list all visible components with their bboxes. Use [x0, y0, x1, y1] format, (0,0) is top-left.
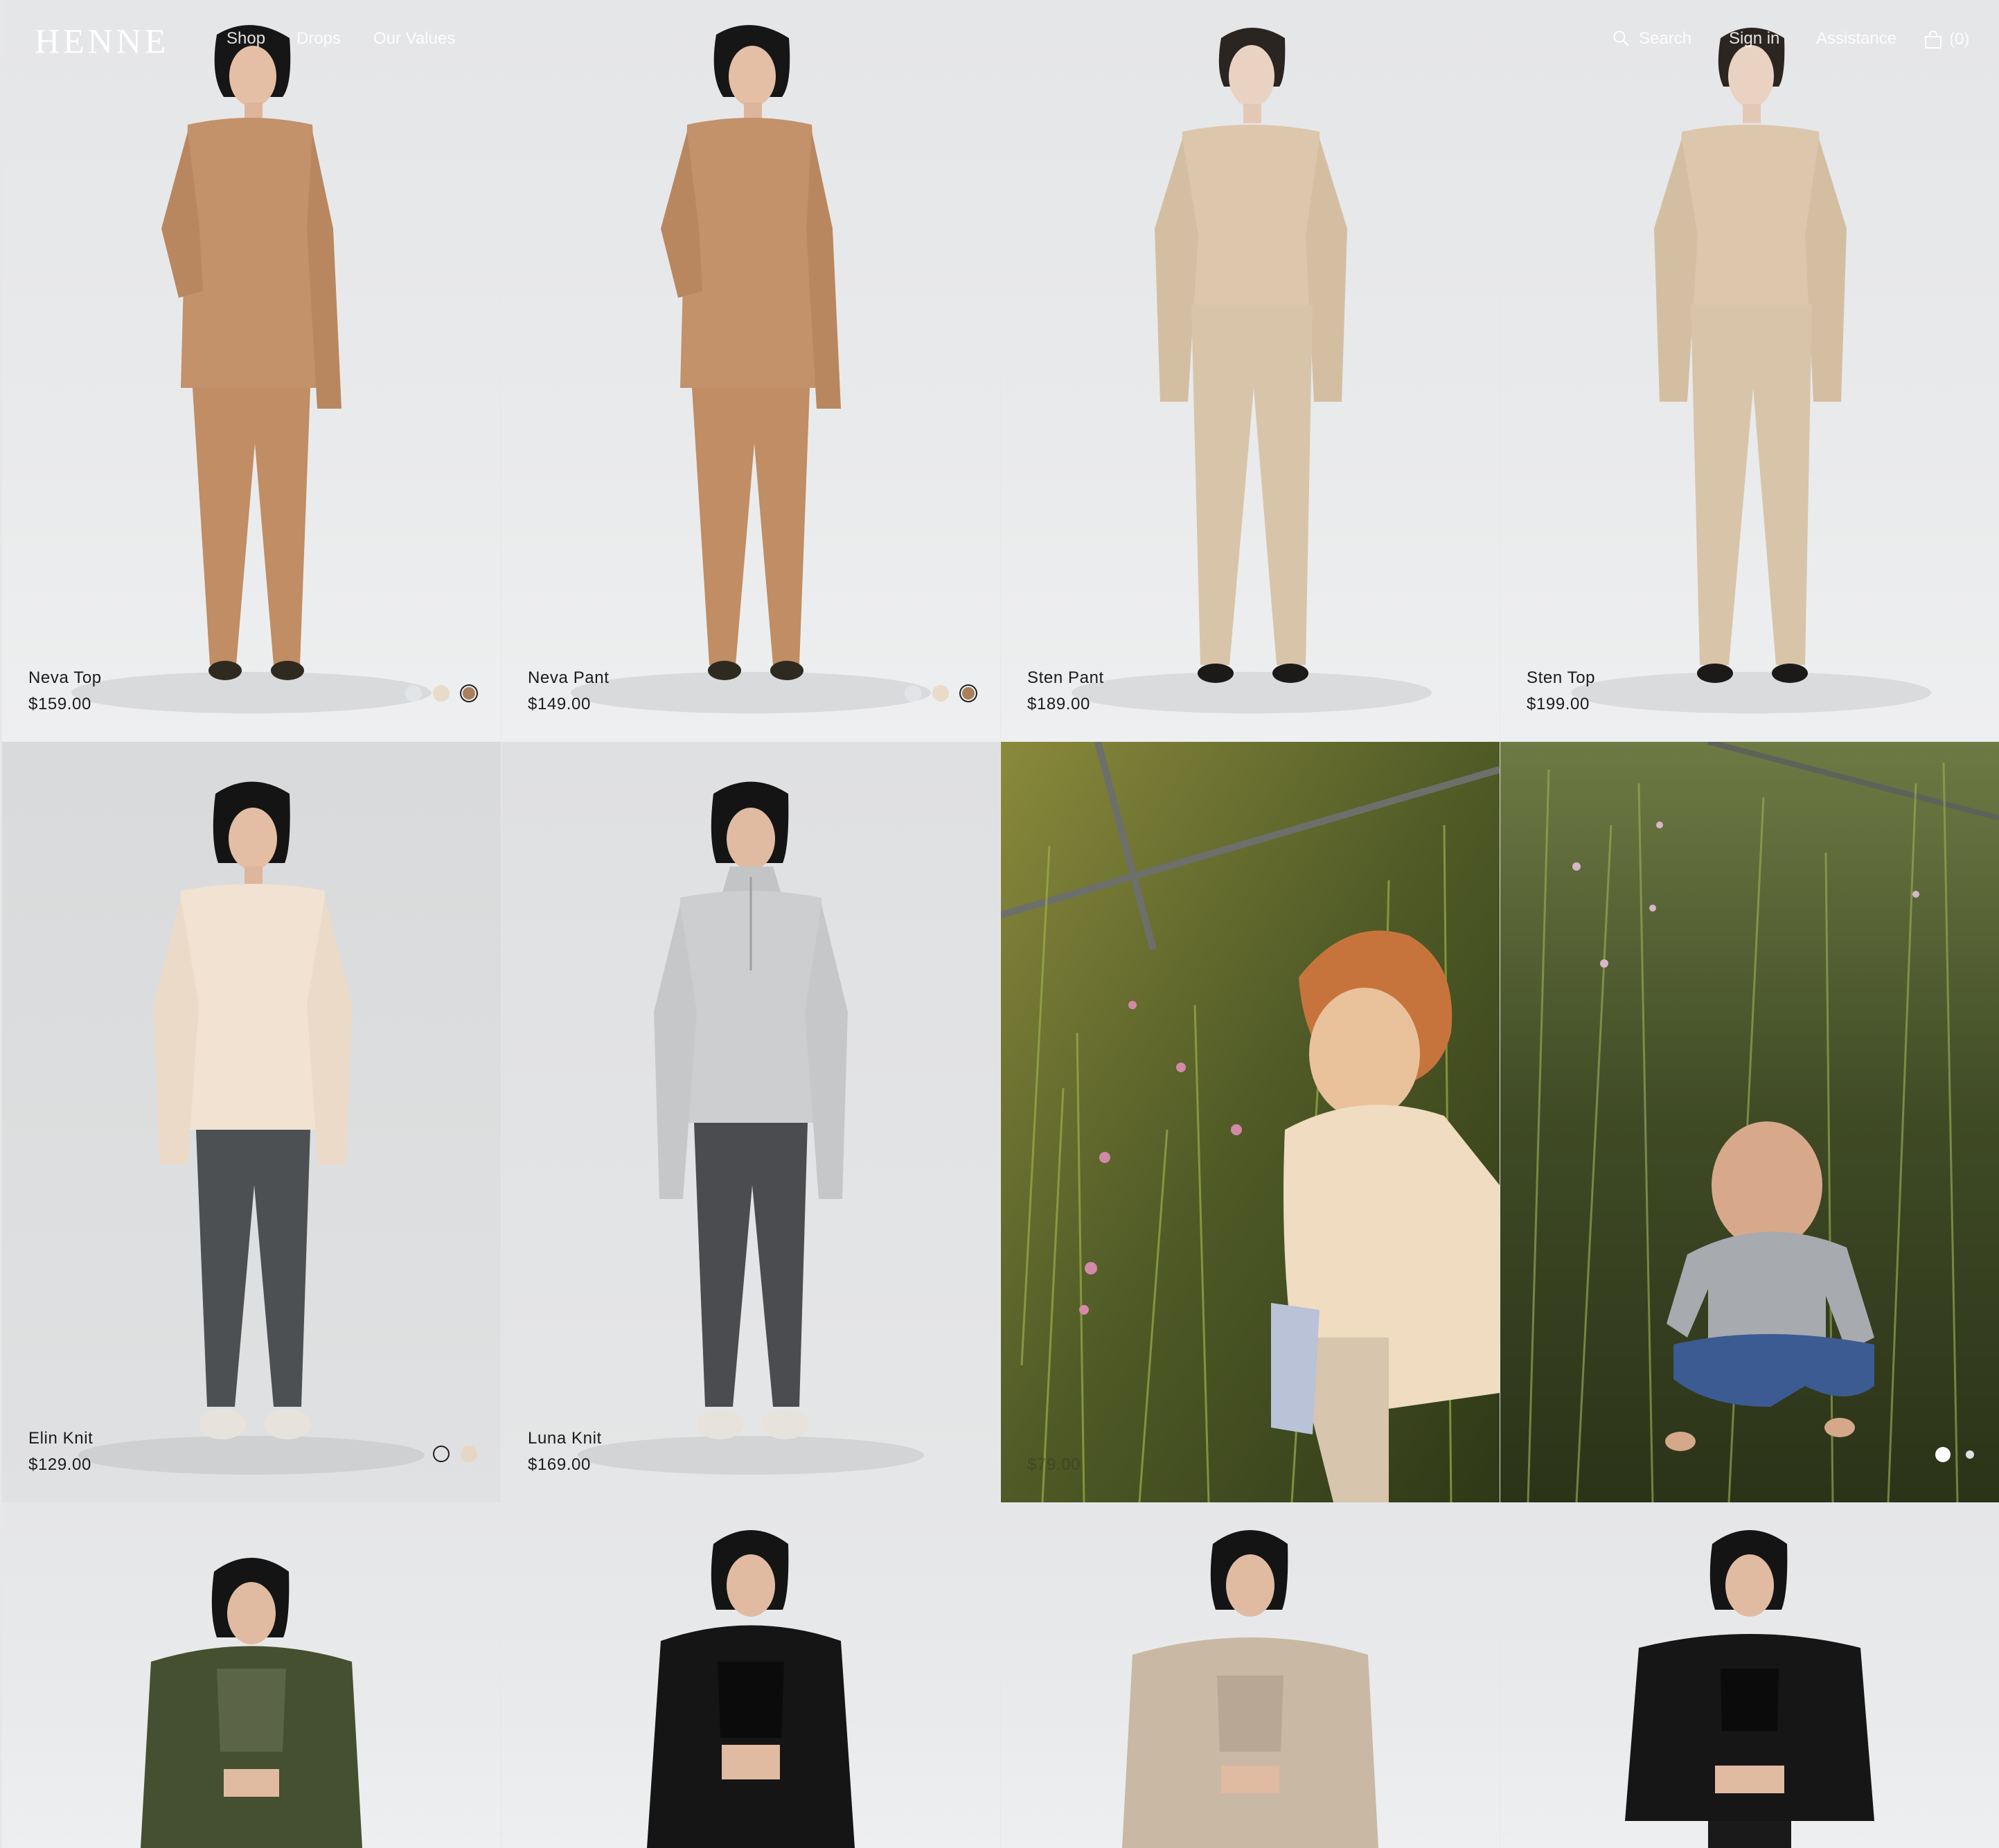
product-tile-sten-top[interactable]: Sten Top $199.00 [1500, 0, 1999, 742]
product-caption: Neva Pant $149.00 [528, 668, 609, 714]
product-caption: Luna Knit $169.00 [528, 1429, 602, 1475]
product-grid: Neva Top $159.00 Neva Pant $149.00 Sten … [2, 0, 1999, 1848]
color-swatches [405, 685, 477, 702]
model-photo [1571, 28, 1931, 713]
carousel-dot-active[interactable] [1935, 1447, 1951, 1462]
color-swatches [433, 1446, 477, 1462]
product-price: $169.00 [528, 1455, 591, 1474]
product-caption: Sten Pant $189.00 [1027, 668, 1104, 714]
product-name[interactable]: Neva Pant [528, 668, 609, 688]
model-photo [571, 25, 931, 713]
product-tile-elin-knit[interactable]: Elin Knit $129.00 [2, 742, 501, 1502]
model-photo [141, 1558, 362, 1848]
assistance-link[interactable]: Assistance [1816, 29, 1896, 48]
product-tile-luna-knit[interactable]: Luna Knit $169.00 [501, 742, 1000, 1502]
shopping-bag-icon [1925, 30, 1942, 48]
carousel-dot[interactable] [1966, 1450, 1974, 1459]
product-tile-puffer-black-cropped[interactable] [1500, 1502, 1999, 1848]
swatch[interactable] [433, 685, 450, 702]
sign-in-link[interactable]: Sign in [1729, 29, 1779, 48]
model-photo [647, 1530, 855, 1848]
product-tile-neva-pant[interactable]: Neva Pant $149.00 [501, 0, 1000, 742]
product-name[interactable]: Sten Top [1527, 668, 1595, 688]
product-price: $129.00 [28, 1455, 91, 1474]
product-tile-puffer-black[interactable] [501, 1502, 1000, 1848]
nav-drops[interactable]: Drops [296, 29, 341, 48]
product-price: $189.00 [1027, 695, 1090, 713]
nav-our-values[interactable]: Our Values [373, 29, 455, 48]
model-photo [1625, 1530, 1874, 1848]
product-caption: Neva Top $159.00 [28, 668, 102, 714]
logo[interactable]: HENNE [35, 21, 169, 61]
lifestyle-tile-toddler[interactable]: $79.00 [1001, 742, 1500, 1502]
product-caption: Sten Top $199.00 [1527, 668, 1595, 714]
product-tile-sten-pant[interactable]: Sten Pant $189.00 [1001, 0, 1500, 742]
search-button[interactable]: Search [1612, 29, 1691, 48]
product-price: $79.00 [1027, 1455, 1081, 1474]
carousel-dots [1935, 1447, 1974, 1462]
swatch-selected[interactable] [962, 687, 975, 700]
swatch[interactable] [905, 685, 921, 702]
swatch-selected[interactable] [463, 687, 475, 700]
product-name[interactable]: Luna Knit [528, 1429, 602, 1448]
bag-count: (0) [1949, 30, 1970, 48]
lifestyle-tile-baby[interactable] [1500, 742, 1999, 1502]
search-icon [1613, 30, 1629, 46]
lifestyle-photo [1001, 742, 1500, 1502]
color-swatches [905, 685, 977, 702]
product-tile-neva-top[interactable]: Neva Top $159.00 [2, 0, 501, 742]
model-photo [71, 25, 432, 713]
site-header: HENNE Shop Drops Our Values Search Sign … [0, 0, 1999, 82]
lifestyle-photo [1500, 742, 1999, 1502]
model-photo [1122, 1530, 1378, 1848]
product-name[interactable]: Neva Top [28, 668, 102, 688]
product-price: $199.00 [1527, 695, 1590, 713]
swatch[interactable] [461, 1446, 477, 1462]
product-name[interactable]: Elin Knit [28, 1429, 93, 1448]
product-price: $159.00 [28, 695, 91, 713]
product-tile-puffer-oat[interactable] [1001, 1502, 1500, 1848]
swatch[interactable] [405, 685, 422, 702]
nav-shop[interactable]: Shop [226, 29, 265, 48]
model-photo [78, 781, 425, 1475]
product-price: $149.00 [528, 695, 591, 713]
swatch-selected[interactable] [433, 1446, 450, 1462]
bag-button[interactable]: (0) [1923, 29, 1969, 50]
swatch[interactable] [932, 685, 949, 702]
product-name[interactable]: Sten Pant [1027, 668, 1104, 688]
search-label: Search [1639, 29, 1692, 48]
product-caption: Elin Knit $129.00 [28, 1429, 93, 1475]
product-tile-puffer-khaki[interactable] [2, 1502, 501, 1848]
product-caption: $79.00 [1027, 1455, 1081, 1475]
model-photo [1072, 28, 1432, 713]
model-photo [578, 781, 924, 1475]
